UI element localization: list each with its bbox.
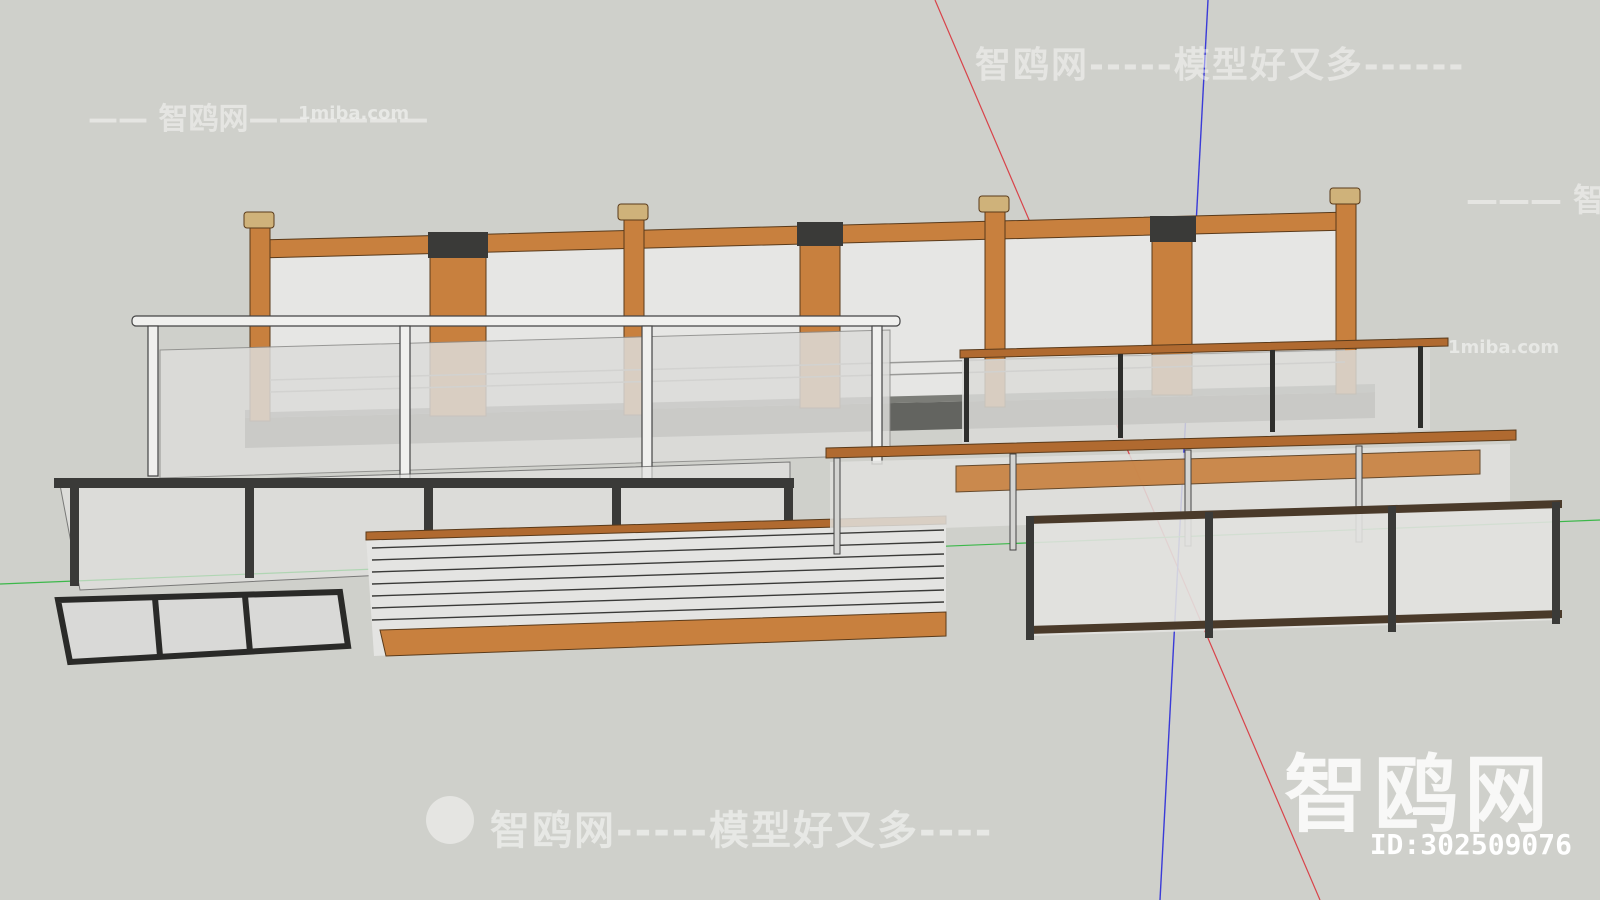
wood-handrail-glass-railing-back[interactable]	[959, 337, 1449, 446]
watermark-site-right: 1miba.com	[1448, 337, 1560, 358]
chrome-glass-railing[interactable]	[131, 315, 901, 487]
watermark-logo-icon	[426, 796, 474, 844]
sketchup-viewport[interactable]: 智鸥网-----模型好又多------ —— 智鸥网—————— 1miba.c…	[0, 0, 1600, 900]
watermark-bottom: 智鸥网-----模型好又多----	[490, 808, 994, 854]
watermark-site-left: 1miba.com	[298, 103, 410, 124]
steel-frame-panel[interactable]	[54, 588, 352, 666]
blue-axis	[1159, 0, 1209, 900]
dark-frame-glass-railing[interactable]	[1026, 500, 1562, 640]
cable-railing-with-wood-base[interactable]	[365, 515, 947, 657]
watermark-model-id: ID:302509076	[1369, 828, 1572, 861]
watermark-right: ——— 智鸥网—	[1466, 181, 1600, 219]
watermark-top: 智鸥网-----模型好又多------	[975, 45, 1466, 86]
